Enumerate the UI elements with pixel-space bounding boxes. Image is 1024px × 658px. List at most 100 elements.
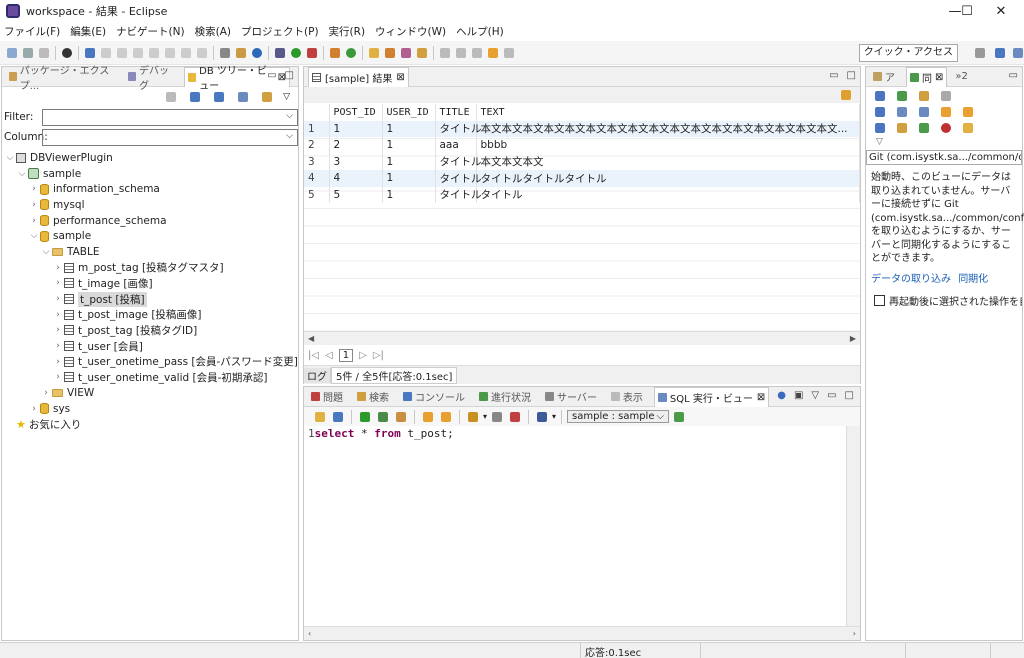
close-button[interactable]: ✕	[978, 0, 1024, 22]
menu-file[interactable]: ファイル(F)	[4, 24, 60, 39]
open-console-icon[interactable]: ▣	[794, 390, 803, 401]
menu-search[interactable]: 検索(A)	[195, 24, 231, 39]
tab-debug[interactable]: デバッグ	[125, 66, 176, 92]
export-result-icon[interactable]	[841, 90, 851, 100]
new-java-class-icon[interactable]	[346, 47, 356, 58]
history-back-icon[interactable]	[423, 411, 433, 422]
tab-progress[interactable]: 進行状況	[476, 388, 534, 406]
tree-item-table[interactable]: › t_post_tag [投稿タグID]	[2, 323, 298, 339]
open-resource-icon[interactable]	[401, 47, 411, 58]
view-menu-icon[interactable]: ▽	[811, 390, 819, 401]
filter-combo[interactable]: ⌵	[42, 108, 298, 126]
view-menu-icon[interactable]: ▽	[283, 92, 290, 102]
tab-console[interactable]: コンソール	[400, 388, 468, 406]
minimize-view-icon[interactable]: ▭	[827, 390, 836, 401]
prev-annotation-icon[interactable]	[456, 47, 466, 58]
maximize-view-icon[interactable]: □	[847, 70, 856, 81]
menu-help[interactable]: ヘルプ(H)	[456, 24, 504, 39]
refresh-icon[interactable]	[166, 92, 177, 102]
result-grid[interactable]: POST_ID USER_ID TITLE TEXT 1 1 1 タイトル 本文本文本文…	[304, 104, 860, 332]
conflicts-icon[interactable]	[941, 123, 951, 133]
pen-icon[interactable]	[417, 47, 427, 58]
minimize-view-icon[interactable]: ▭	[1009, 70, 1018, 81]
save-icon[interactable]	[23, 47, 33, 58]
tree-item-view-folder[interactable]: › VIEW	[2, 385, 298, 401]
outgoing-icon[interactable]	[897, 123, 907, 133]
profile-icon[interactable]	[62, 47, 72, 58]
run-icon[interactable]	[291, 47, 301, 58]
menu-run[interactable]: 実行(R)	[329, 24, 366, 39]
collapse-all-icon[interactable]	[238, 92, 249, 102]
last-edit-icon[interactable]	[472, 47, 482, 58]
step-return-icon[interactable]	[197, 47, 207, 58]
tree-item-table[interactable]: › t_user_onetime_valid [会員-初期承認]	[2, 370, 298, 386]
tree-item-root[interactable]: ⌵ DBViewerPlugin	[2, 150, 298, 166]
connection-select[interactable]: sample : sample ⌵	[567, 410, 670, 423]
tab-outline[interactable]: ア	[870, 68, 898, 86]
first-page-icon[interactable]: |◁	[308, 350, 319, 361]
debug-icon[interactable]	[275, 47, 285, 58]
rollback-icon[interactable]	[510, 411, 521, 422]
column-header[interactable]: TITLE	[435, 104, 477, 121]
tab-display[interactable]: 表示	[608, 388, 646, 406]
collapse-icon[interactable]	[919, 107, 929, 117]
table-row[interactable]: 1 1 1 タイトル 本文本文本文本文本文本文本文本文本文本文本文本文本文本文本文本文本…	[304, 120, 860, 137]
sql-hscrollbar[interactable]: ‹ ›	[304, 626, 860, 640]
execute-all-icon[interactable]	[378, 411, 388, 422]
column-header[interactable]: TEXT	[476, 104, 860, 121]
step-into-icon[interactable]	[165, 47, 175, 58]
open-perspective-icon[interactable]	[975, 48, 985, 58]
commit-sync-icon[interactable]	[941, 91, 951, 101]
settings-icon[interactable]	[537, 411, 548, 422]
mode-icon[interactable]	[875, 107, 885, 117]
last-page-icon[interactable]: ▷|	[373, 350, 384, 361]
synchronize-icon[interactable]	[875, 91, 885, 101]
tab-problems[interactable]: 問題	[308, 388, 346, 406]
minimize-view-icon[interactable]: ▭	[829, 70, 838, 81]
disconnect-icon[interactable]	[149, 47, 159, 58]
more-views[interactable]: »2	[955, 71, 967, 82]
tree-item-table[interactable]: › t_user_onetime_pass [会員-パスワード変更]	[2, 354, 298, 370]
next-page-icon[interactable]: ▷	[359, 350, 367, 361]
tab-result[interactable]: [sample] 結果 ⊠	[308, 66, 409, 87]
new-console-icon[interactable]: ●	[777, 390, 786, 401]
step-over-icon[interactable]	[181, 47, 191, 58]
prev-diff-icon[interactable]	[963, 107, 973, 117]
column-header[interactable]: USER_ID	[382, 104, 436, 121]
quick-access-field[interactable]: クイック・アクセス	[858, 44, 958, 62]
save-all-icon[interactable]	[39, 47, 49, 58]
maximize-view-icon[interactable]: □	[285, 70, 294, 81]
tab-package-explorer[interactable]: パッケージ・エクスプ...	[6, 66, 117, 92]
table-row[interactable]: 3 3 1 タイトル 本文本文本文	[304, 153, 860, 170]
tree-item-connection[interactable]: ⌵ sample	[2, 166, 298, 182]
tree-item-table-folder[interactable]: ⌵ TABLE	[2, 244, 298, 260]
format-icon[interactable]	[396, 411, 406, 422]
tree-item-table[interactable]: › m_post_tag [投稿タグマスタ]	[2, 260, 298, 276]
open-file-icon[interactable]	[315, 411, 325, 422]
tree-item-table[interactable]: › t_post_image [投稿画像]	[2, 307, 298, 323]
page-number[interactable]: 1	[338, 348, 354, 362]
forward-icon[interactable]	[504, 47, 514, 58]
tree-item-favorites[interactable]: ★ お気に入り	[2, 417, 298, 433]
import-data-link[interactable]: データの取り込み	[871, 274, 951, 285]
table-row[interactable]: 4 4 1 タイトル タイトルタイトルタイトル	[304, 170, 860, 187]
incoming-icon[interactable]	[875, 123, 885, 133]
next-diff-icon[interactable]	[941, 107, 951, 117]
tree-item-schema[interactable]: › performance_schema	[2, 213, 298, 229]
tab-search[interactable]: 検索	[354, 388, 392, 406]
link-editor-icon[interactable]	[262, 92, 273, 102]
sync-view-menu-icon[interactable]: ▽	[866, 137, 1022, 147]
git-icon[interactable]	[963, 123, 973, 133]
tree-item-table-selected[interactable]: › t_post [投稿]	[2, 291, 298, 307]
sql-vscrollbar[interactable]	[846, 426, 860, 626]
terminate-icon[interactable]	[133, 47, 143, 58]
execute-icon[interactable]	[360, 411, 370, 422]
back-icon[interactable]	[488, 47, 498, 58]
tree-item-schema[interactable]: › sys	[2, 401, 298, 417]
menu-project[interactable]: プロジェクト(P)	[241, 24, 319, 39]
resume-icon[interactable]	[101, 47, 111, 58]
column-combo[interactable]: ⌵	[42, 128, 298, 146]
use-step-filters-icon[interactable]	[236, 47, 246, 58]
suspend-icon[interactable]	[117, 47, 127, 58]
pin-icon[interactable]	[897, 91, 907, 101]
